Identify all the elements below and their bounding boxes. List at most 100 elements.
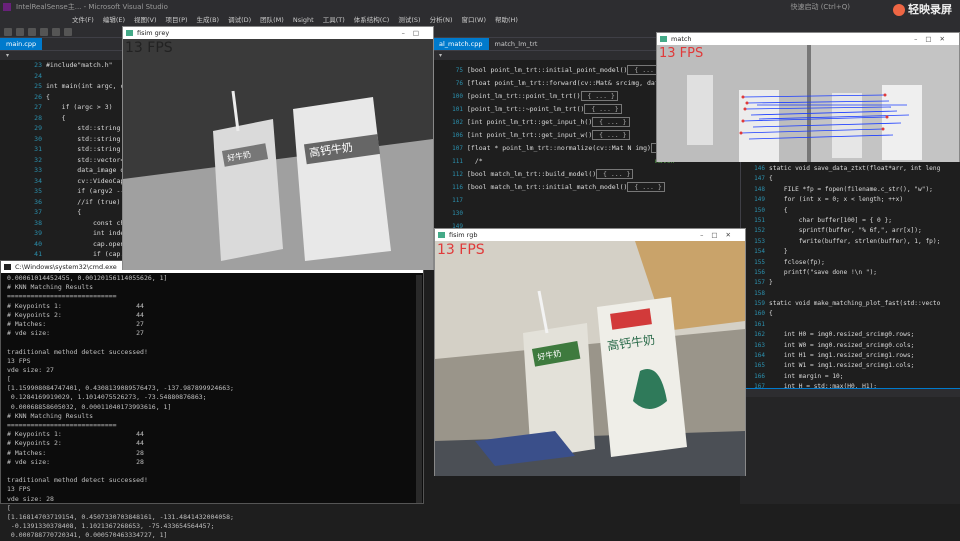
- code-area-right[interactable]: static void save_data_ztxt(float*arr, in…: [769, 164, 940, 403]
- console-line: -0.1391330378408, 1.1021367268653, -75.4…: [7, 522, 215, 531]
- console-line: # Keypoints 2: 44: [7, 310, 144, 319]
- vs-titlebar: IntelRealSense主... - Microsoft Visual St…: [0, 0, 960, 14]
- menu-item[interactable]: 窗口(W): [462, 16, 487, 24]
- menu-item[interactable]: 视图(V): [134, 16, 157, 24]
- collapsed-region[interactable]: { ... }: [592, 117, 630, 127]
- save-icon[interactable]: [40, 28, 48, 36]
- code-line: #include"match.h": [46, 61, 113, 69]
- redo-icon[interactable]: [64, 28, 72, 36]
- menu-item[interactable]: 团队(M): [260, 16, 284, 24]
- code-line: {: [769, 175, 773, 183]
- collapsed-region[interactable]: { ... }: [584, 104, 622, 114]
- code-line: fwrite(buffer, strlen(buffer), 1, fp);: [769, 237, 941, 245]
- code-line: {: [46, 113, 66, 122]
- line-number: 34: [34, 176, 42, 185]
- menu-item[interactable]: 调试(D): [228, 16, 251, 24]
- console-line: ============================: [7, 292, 117, 301]
- code-line: const cha: [46, 218, 129, 227]
- collapsed-region[interactable]: { ... }: [596, 169, 634, 179]
- code-line: [bool match_lm_trt::build_model() { ... …: [467, 168, 700, 181]
- code-line: }: [769, 279, 773, 287]
- output-panel[interactable]: [740, 388, 960, 504]
- menu-item[interactable]: 文件(F): [72, 16, 94, 24]
- line-number: 130: [452, 210, 463, 217]
- line-number: 27: [34, 103, 42, 111]
- menu-item[interactable]: 工具(T): [323, 16, 345, 24]
- line-number: 101: [452, 106, 463, 113]
- code-line: //if (true): [46, 197, 121, 206]
- code-line: for (int x = 0; x < length; ++x): [769, 196, 904, 204]
- recorder-watermark: 轻映录屏: [893, 0, 952, 20]
- line-number: 147: [754, 175, 765, 183]
- quick-launch[interactable]: 快速启动 (Ctrl+Q): [790, 0, 850, 14]
- menu-item[interactable]: 体系结构(C): [354, 16, 390, 24]
- line-number: 30: [34, 134, 42, 143]
- line-number: 76: [455, 80, 463, 87]
- line-number: 117: [452, 197, 463, 204]
- editor-right[interactable]: 146 147 148 149 150 151 152 153 154 155 156 157 158 1…: [740, 160, 960, 403]
- line-number: 38: [34, 218, 42, 227]
- comment-text: match: [482, 157, 675, 165]
- collapsed-region[interactable]: { ... }: [592, 130, 630, 140]
- collapsed-region[interactable]: { ... }: [580, 91, 618, 101]
- code-line: FILE *fp = fopen(filename.c_str(), "w");: [769, 185, 933, 193]
- new-file-icon[interactable]: [28, 28, 36, 36]
- console-window[interactable]: C:\Windows\system32\cmd.exe–□✕ 0.0006101…: [0, 260, 424, 539]
- tab-match-lm-trt[interactable]: match_lm_trt: [489, 38, 544, 50]
- console-line: # vde size: 28: [7, 457, 144, 466]
- match-scene: [657, 45, 959, 162]
- console-line: ============================: [7, 421, 117, 429]
- line-number: 112: [452, 171, 463, 178]
- code-line: {: [46, 92, 50, 101]
- tab-main-cpp[interactable]: main.cpp: [0, 38, 43, 50]
- opencv-icon: [126, 30, 133, 36]
- menu-item[interactable]: 测试(S): [398, 16, 420, 24]
- console-line: [1.159908084747401, 0.4308139089576473, …: [7, 384, 234, 393]
- window-controls[interactable]: –□: [402, 27, 427, 39]
- line-number: 28: [34, 113, 42, 122]
- window-controls[interactable]: –□✕: [914, 33, 953, 45]
- console-line: 13 FPS: [7, 356, 31, 365]
- line-number: 33: [34, 166, 42, 174]
- code-line: fclose(fp);: [769, 258, 825, 266]
- line-number: 40: [34, 239, 42, 248]
- line-number: 37: [34, 208, 42, 216]
- back-icon[interactable]: [4, 28, 12, 36]
- console-line: # Keypoints 2: 44: [7, 439, 144, 448]
- menu-item[interactable]: 分析(N): [430, 16, 453, 24]
- grey-window-title: fisim grey: [137, 29, 170, 37]
- menu-item[interactable]: 编辑(E): [103, 16, 125, 24]
- code-line: std::string u: [46, 134, 129, 143]
- line-number: 41: [34, 250, 42, 258]
- code-line: std::vector<: [46, 155, 125, 164]
- forward-icon[interactable]: [16, 28, 24, 36]
- match-window[interactable]: match –□✕ 13 FPS: [656, 32, 960, 162]
- code-line: int main(int argc, ch: [46, 82, 129, 90]
- menu-item[interactable]: 生成(B): [197, 16, 220, 24]
- console-line: traditional method detect successed!: [7, 347, 148, 356]
- code-line: int W0 = img0.resized_srcimg0.cols;: [769, 341, 915, 349]
- collapsed-region[interactable]: { ... }: [627, 182, 665, 192]
- window-controls[interactable]: –□✕: [700, 229, 739, 241]
- fps-readout: 13 FPS: [437, 242, 485, 258]
- console-line: # Keypoints 1: 44: [7, 301, 144, 310]
- console-scrollbar[interactable]: [416, 275, 422, 503]
- undo-icon[interactable]: [52, 28, 60, 36]
- code-line: {: [46, 208, 82, 216]
- menu-item[interactable]: Nsight: [293, 16, 314, 24]
- color-camera-window[interactable]: fisim rgb –□✕ 高钙牛奶 好牛奶 13 FPS: [434, 228, 746, 476]
- menu-item[interactable]: 帮助(H): [495, 16, 518, 24]
- menu-item[interactable]: 项目(P): [166, 16, 188, 24]
- tab-match-cpp[interactable]: al_match.cpp: [433, 38, 489, 50]
- fps-readout: 13 FPS: [125, 40, 173, 56]
- code-line: data_image di: [46, 166, 129, 174]
- recorder-logo-icon: [893, 4, 905, 16]
- color-scene: 高钙牛奶 好牛奶: [435, 241, 745, 476]
- line-number: 29: [34, 124, 42, 132]
- grey-camera-window[interactable]: fisim grey –□ 高钙牛奶 好牛奶 13 FPS: [122, 26, 434, 270]
- console-line: 0.1284169919029, 1.1014075526273, -73.54…: [7, 393, 207, 402]
- console-line: 13 FPS: [7, 485, 31, 494]
